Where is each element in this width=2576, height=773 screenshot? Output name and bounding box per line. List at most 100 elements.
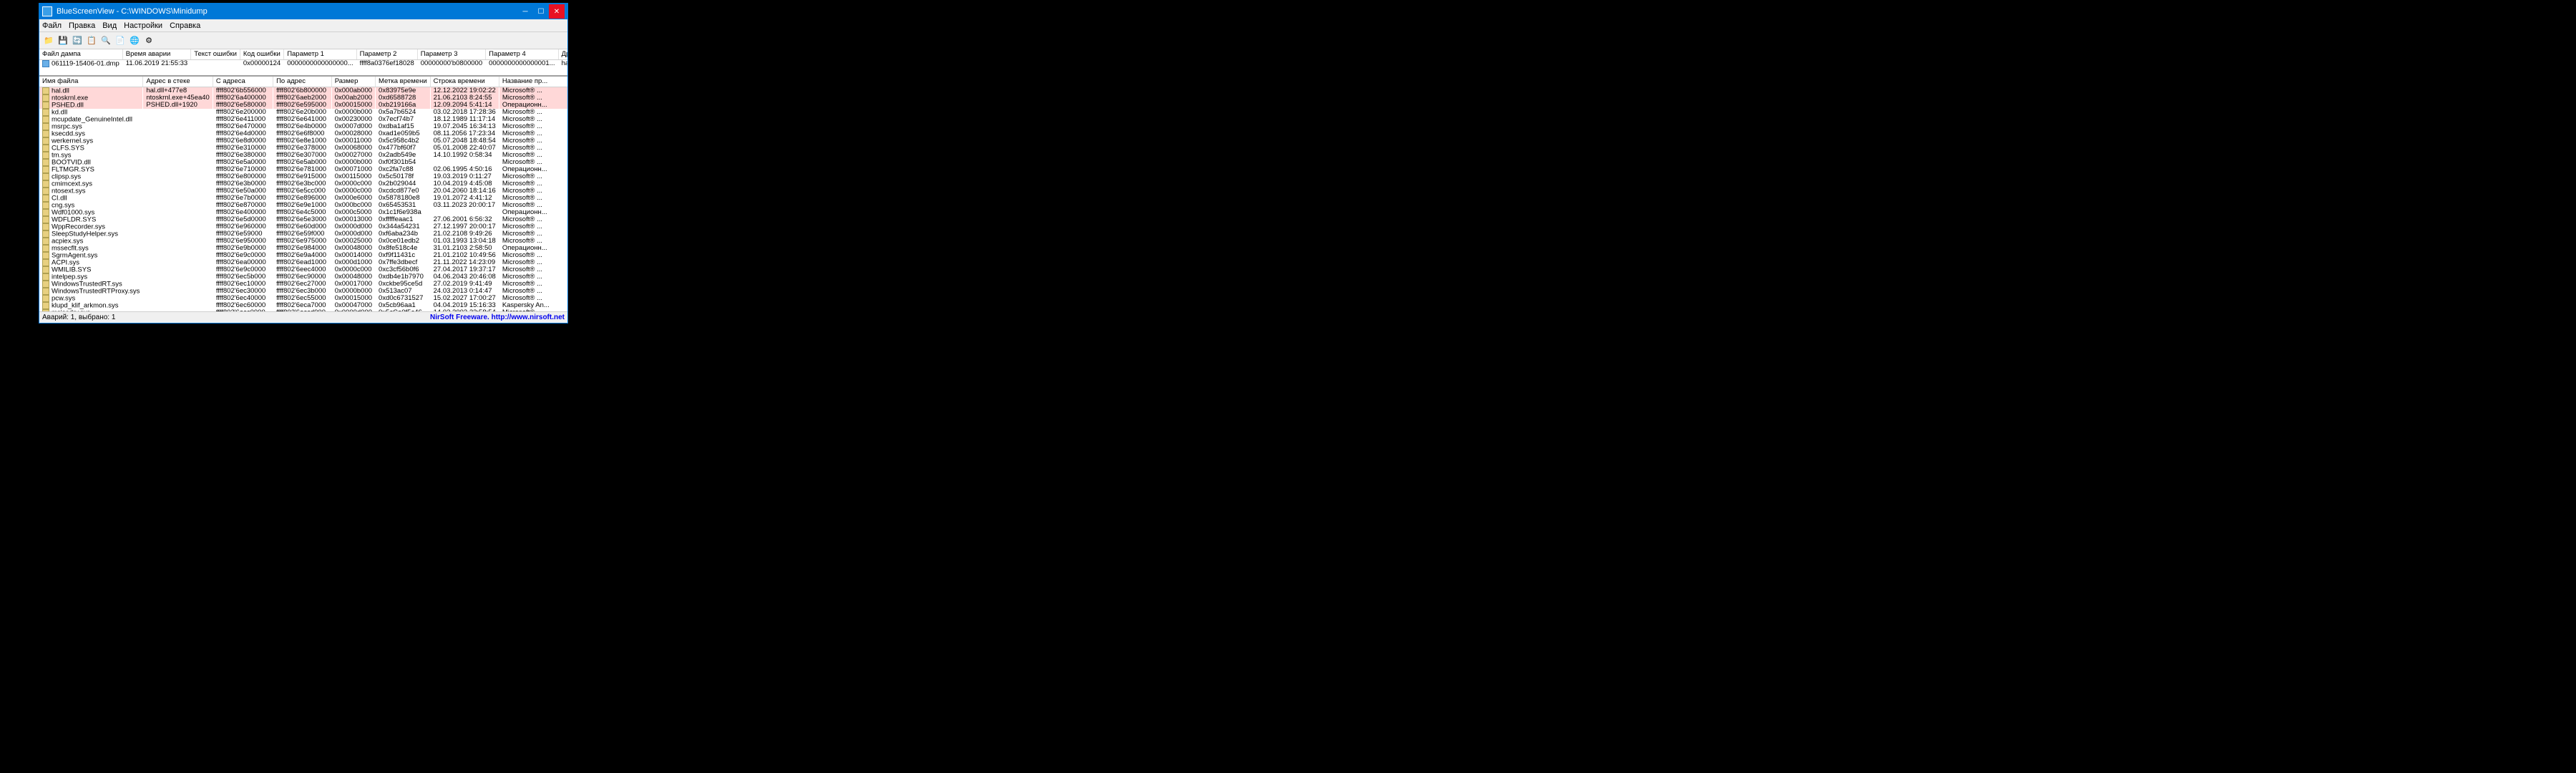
driver-file-icon xyxy=(42,230,49,238)
titlebar[interactable]: BlueScreenView - C:\WINDOWS\Minidump ─ ☐… xyxy=(39,4,567,19)
app-window: BlueScreenView - C:\WINDOWS\Minidump ─ ☐… xyxy=(39,3,568,324)
driver-row[interactable]: CLFS.SYSffff802'6e310000ffff802'6e378000… xyxy=(39,145,567,152)
driver-row[interactable]: pcw.sysffff802'6ec40000ffff802'6ec550000… xyxy=(39,295,567,302)
minimize-button[interactable]: ─ xyxy=(517,4,533,19)
menu-вид[interactable]: Вид xyxy=(102,21,117,30)
menu-файл[interactable]: Файл xyxy=(42,21,62,30)
driver-file-icon xyxy=(42,188,49,195)
driver-file-icon xyxy=(42,238,49,245)
driver-row[interactable]: klupd_klif_arkmon.sysffff802'6ec60000fff… xyxy=(39,302,567,309)
status-left: Аварий: 1, выбрано: 1 xyxy=(42,313,430,321)
driver-file-icon xyxy=(42,159,49,166)
find-icon[interactable]: 🔍 xyxy=(99,34,112,47)
driver-file-icon xyxy=(42,145,49,152)
nirsoft-link[interactable]: NirSoft Freeware. http://www.nirsoft.net xyxy=(430,313,565,321)
col-header[interactable]: По адрес xyxy=(273,77,332,87)
driver-row[interactable]: mssecflt.sysffff802'6e9b0000ffff802'6e98… xyxy=(39,245,567,252)
open-icon[interactable]: 📁 xyxy=(42,34,55,47)
driver-row[interactable]: BOOTVID.dllffff802'6e5a0000ffff802'6e5ab… xyxy=(39,159,567,166)
driver-file-icon xyxy=(42,130,49,137)
app-icon xyxy=(42,6,52,16)
menu-правка[interactable]: Правка xyxy=(69,21,95,30)
menubar: Файл Правка Вид Настройки Справка xyxy=(39,19,567,32)
driver-row[interactable]: hal.dllhal.dll+477e8ffff802'6b556000ffff… xyxy=(39,87,567,94)
driver-row[interactable]: mcupdate_GenuineIntel.dllffff802'6e41100… xyxy=(39,116,567,123)
driver-file-icon xyxy=(42,273,49,281)
driver-file-icon xyxy=(42,245,49,252)
driver-file-icon xyxy=(42,116,49,123)
driver-row[interactable]: cmimcext.sysffff802'6e3b0000ffff802'6e3b… xyxy=(39,180,567,188)
driver-row[interactable]: ACPI.sysffff802'6ea00000ffff802'6ead1000… xyxy=(39,259,567,266)
driver-row[interactable]: WppRecorder.sysffff802'6e960000ffff802'6… xyxy=(39,223,567,230)
menu-настройки[interactable]: Настройки xyxy=(124,21,162,30)
driver-row[interactable]: WMILIB.SYSffff802'6e9c0000ffff802'6eec40… xyxy=(39,266,567,273)
maximize-button[interactable]: ☐ xyxy=(533,4,549,19)
html-icon[interactable]: 🌐 xyxy=(128,34,141,47)
col-header[interactable]: Драйвер причины xyxy=(558,49,567,59)
col-header[interactable]: Строка времени xyxy=(430,77,499,87)
driver-row[interactable]: SleepStudyHelper.sysffff802'6e59000ffff8… xyxy=(39,230,567,238)
col-header[interactable]: Адрес в стеке xyxy=(143,77,213,87)
driver-row[interactable]: clipsp.sysffff802'6e800000ffff802'6e9150… xyxy=(39,173,567,180)
driver-row[interactable]: PSHED.dllPSHED.dll+1920ffff802'6e580000f… xyxy=(39,102,567,109)
col-header[interactable]: Параметр 3 xyxy=(417,49,485,59)
driver-file-icon xyxy=(42,266,49,273)
col-header[interactable]: С адреса xyxy=(213,77,273,87)
driver-file-icon xyxy=(42,102,49,109)
driver-row[interactable]: ksecdd.sysffff802'6e4d0000ffff802'6e6f80… xyxy=(39,130,567,137)
driver-row[interactable]: werkernel.sysffff802'6e8d0000ffff802'6e8… xyxy=(39,137,567,145)
window-title: BlueScreenView - C:\WINDOWS\Minidump xyxy=(57,7,517,16)
col-header[interactable]: Текст ошибки xyxy=(191,49,240,59)
driver-row[interactable]: WindowsTrustedRTProxy.sysffff802'6ec3000… xyxy=(39,288,567,295)
menu-справка[interactable]: Справка xyxy=(170,21,200,30)
options-icon[interactable]: ⚙ xyxy=(142,34,155,47)
driver-row[interactable]: FLTMGR.SYSffff802'6e710000ffff802'6e7810… xyxy=(39,166,567,173)
dump-file-icon xyxy=(42,60,49,67)
driver-row[interactable]: ntoskrnl.exentoskrnl.exe+45ea40ffff802'6… xyxy=(39,94,567,102)
col-header[interactable]: Название пр... xyxy=(499,77,567,87)
col-header[interactable]: Размер xyxy=(331,77,375,87)
col-header[interactable]: Метка времени xyxy=(376,77,431,87)
driver-file-icon xyxy=(42,288,49,295)
col-header[interactable]: Параметр 4 xyxy=(486,49,558,59)
col-header[interactable]: Время аварии xyxy=(122,49,190,59)
driver-row[interactable]: WindowsTrustedRT.sysffff802'6ec10000ffff… xyxy=(39,281,567,288)
dump-table[interactable]: Файл дампаВремя аварииТекст ошибкиКод ош… xyxy=(39,49,567,67)
driver-file-icon xyxy=(42,195,49,202)
driver-file-icon xyxy=(42,173,49,180)
driver-row[interactable]: intelpep.sysffff802'6ec5b000ffff802'6ec9… xyxy=(39,273,567,281)
driver-file-icon xyxy=(42,180,49,188)
refresh-icon[interactable]: 🔄 xyxy=(71,34,84,47)
statusbar: Аварий: 1, выбрано: 1 NirSoft Freeware. … xyxy=(39,311,567,323)
driver-row[interactable]: acpiex.sysffff802'6e950000ffff802'6e9750… xyxy=(39,238,567,245)
driver-list-pane[interactable]: Имя файлаАдрес в стекеС адресаПо адресРа… xyxy=(39,77,567,311)
driver-row[interactable]: CI.dllffff802'6e7b0000ffff802'6e8960000x… xyxy=(39,195,567,202)
col-header[interactable]: Код ошибки xyxy=(240,49,283,59)
save-icon[interactable]: 💾 xyxy=(57,34,69,47)
col-header[interactable]: Параметр 1 xyxy=(284,49,356,59)
driver-row[interactable]: WDFLDR.SYSffff802'6e5d0000ffff802'6e5e30… xyxy=(39,216,567,223)
dump-row[interactable]: 061119-15406-01.dmp11.06.2019 21:55:330x… xyxy=(39,59,567,67)
driver-file-icon xyxy=(42,209,49,216)
driver-file-icon xyxy=(42,295,49,302)
driver-row[interactable]: Wdf01000.sysffff802'6e400000ffff802'6e4c… xyxy=(39,209,567,216)
driver-table[interactable]: Имя файлаАдрес в стекеС адресаПо адресРа… xyxy=(39,77,567,311)
dump-list-pane[interactable]: Файл дампаВремя аварииТекст ошибкиКод ош… xyxy=(39,49,567,77)
driver-row[interactable]: ntosext.sysffff802'6e50a000ffff802'6e5cc… xyxy=(39,188,567,195)
driver-file-icon xyxy=(42,216,49,223)
driver-file-icon xyxy=(42,302,49,309)
driver-row[interactable]: tm.sysffff802'6e380000ffff802'6e3070000x… xyxy=(39,152,567,159)
driver-row[interactable]: kd.dllffff802'6e200000ffff802'6e20b0000x… xyxy=(39,109,567,116)
driver-row[interactable]: msrpc.sysffff802'6e470000ffff802'6e4b000… xyxy=(39,123,567,130)
props-icon[interactable]: 📋 xyxy=(85,34,98,47)
col-header[interactable]: Файл дампа xyxy=(39,49,122,59)
driver-file-icon xyxy=(42,109,49,116)
col-header[interactable]: Имя файла xyxy=(39,77,143,87)
toolbar: 📁 💾 🔄 📋 🔍 📄 🌐 ⚙ xyxy=(39,32,567,49)
driver-row[interactable]: cng.sysffff802'6e870000ffff802'6e9e10000… xyxy=(39,202,567,209)
copy-icon[interactable]: 📄 xyxy=(114,34,127,47)
driver-file-icon xyxy=(42,281,49,288)
col-header[interactable]: Параметр 2 xyxy=(356,49,417,59)
close-button[interactable]: ✕ xyxy=(549,4,565,19)
driver-row[interactable]: SgrmAgent.sysffff802'6e9c0000ffff802'6e9… xyxy=(39,252,567,259)
